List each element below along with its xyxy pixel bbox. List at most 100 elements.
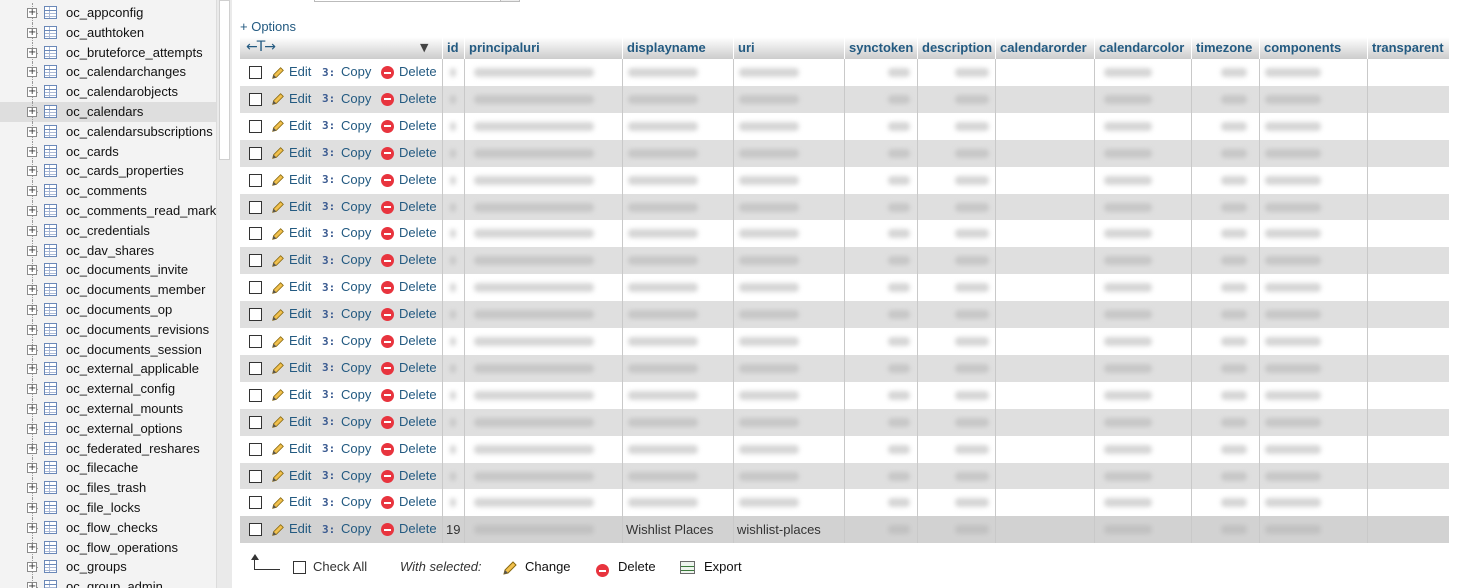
delete-label[interactable]: Delete <box>399 64 437 79</box>
table-icon[interactable] <box>44 580 57 588</box>
row-copy-link[interactable]: 3: Copy <box>322 220 371 247</box>
expand-plus-icon[interactable]: + <box>27 463 37 474</box>
nav-table-item[interactable]: + oc_calendarchanges <box>0 62 216 83</box>
column-header-timezone[interactable]: timezone <box>1191 37 1259 59</box>
row-checkbox[interactable] <box>249 361 262 375</box>
expand-plus-icon[interactable]: + <box>27 344 37 355</box>
copy-label[interactable]: Copy <box>341 521 371 536</box>
nav-table-item[interactable]: + oc_federated_reshares <box>0 438 216 459</box>
nav-table-item[interactable]: + oc_documents_invite <box>0 260 216 281</box>
copy-label[interactable]: Copy <box>341 414 371 429</box>
row-delete-link[interactable]: Delete <box>381 436 437 463</box>
table-icon[interactable] <box>44 283 57 297</box>
nav-table-label[interactable]: oc_calendarsubscriptions <box>66 122 213 142</box>
nav-table-label[interactable]: oc_calendarchanges <box>66 62 186 82</box>
nav-table-label[interactable]: oc_flow_operations <box>66 538 178 558</box>
delete-label[interactable]: Delete <box>399 468 437 483</box>
row-delete-link[interactable]: Delete <box>381 489 437 516</box>
nav-table-label[interactable]: oc_external_mounts <box>66 399 183 419</box>
row-edit-link[interactable]: Edit <box>271 355 311 382</box>
row-copy-link[interactable]: 3: Copy <box>322 301 371 328</box>
edit-label[interactable]: Edit <box>289 333 311 348</box>
expand-plus-icon[interactable]: + <box>27 403 37 414</box>
expand-plus-icon[interactable]: + <box>27 87 37 98</box>
delete-label[interactable]: Delete <box>399 199 437 214</box>
nav-table-label[interactable]: oc_cards_properties <box>66 161 184 181</box>
nav-table-item[interactable]: + oc_dav_shares <box>0 240 216 261</box>
table-icon[interactable] <box>44 184 57 198</box>
edit-label[interactable]: Edit <box>289 225 311 240</box>
row-copy-link[interactable]: 3: Copy <box>322 274 371 301</box>
nav-table-label[interactable]: oc_documents_member <box>66 280 205 300</box>
table-icon[interactable] <box>44 25 57 39</box>
row-delete-link[interactable]: Delete <box>381 301 437 328</box>
edit-label[interactable]: Edit <box>289 64 311 79</box>
row-delete-link[interactable]: Delete <box>381 59 437 86</box>
table-icon[interactable] <box>44 302 57 316</box>
row-delete-link[interactable]: Delete <box>381 220 437 247</box>
nav-table-item[interactable]: + oc_cards_properties <box>0 161 216 182</box>
row-checkbox[interactable] <box>249 66 262 79</box>
nav-table-item[interactable]: + oc_external_mounts <box>0 398 216 419</box>
table-icon[interactable] <box>44 243 57 257</box>
nav-table-label[interactable]: oc_external_options <box>66 419 182 439</box>
nav-table-item[interactable]: + oc_cards <box>0 141 216 162</box>
row-copy-link[interactable]: 3: Copy <box>322 140 371 167</box>
table-icon[interactable] <box>44 441 57 455</box>
filter-rows-input[interactable] <box>314 0 520 2</box>
nav-table-item[interactable]: + oc_groups <box>0 557 216 578</box>
row-checkbox[interactable] <box>249 308 262 322</box>
nav-table-label[interactable]: oc_federated_reshares <box>66 439 200 459</box>
nav-table-label[interactable]: oc_documents_op <box>66 300 172 320</box>
row-delete-link[interactable]: Delete <box>381 86 437 113</box>
table-icon[interactable] <box>44 65 57 79</box>
nav-table-item[interactable]: + oc_credentials <box>0 220 216 241</box>
row-copy-link[interactable]: 3: Copy <box>322 516 371 543</box>
row-edit-link[interactable]: Edit <box>271 59 311 86</box>
row-copy-link[interactable]: 3: Copy <box>322 355 371 382</box>
delete-label[interactable]: Delete <box>399 279 437 294</box>
delete-label[interactable]: Delete <box>399 521 437 536</box>
expand-plus-icon[interactable]: + <box>27 205 37 216</box>
nav-table-item[interactable]: + oc_external_applicable <box>0 359 216 380</box>
copy-label[interactable]: Copy <box>341 279 371 294</box>
copy-label[interactable]: Copy <box>341 441 371 456</box>
table-icon[interactable] <box>44 421 57 435</box>
nav-table-item[interactable]: + oc_authtoken <box>0 22 216 43</box>
expand-plus-icon[interactable]: + <box>27 146 37 157</box>
nav-table-label[interactable]: oc_filecache <box>66 458 138 478</box>
nav-table-item[interactable]: + oc_documents_member <box>0 280 216 300</box>
column-header-components[interactable]: components <box>1259 37 1367 59</box>
column-resize-arrows-icon[interactable]: ←T→ <box>246 39 276 55</box>
row-edit-link[interactable]: Edit <box>271 436 311 463</box>
row-checkbox[interactable] <box>249 335 262 348</box>
nav-table-item[interactable]: + oc_calendars <box>0 101 216 122</box>
copy-label[interactable]: Copy <box>341 306 371 321</box>
delete-label[interactable]: Delete <box>399 494 437 509</box>
nav-scrollbar-thumb[interactable] <box>219 0 230 160</box>
delete-label[interactable]: Delete <box>399 91 437 106</box>
column-header-calendarcolor[interactable]: calendarcolor <box>1094 37 1191 59</box>
row-checkbox[interactable] <box>249 200 262 214</box>
copy-label[interactable]: Copy <box>341 360 371 375</box>
copy-label[interactable]: Copy <box>341 199 371 214</box>
nav-table-item[interactable]: + oc_flow_operations <box>0 537 216 558</box>
expand-plus-icon[interactable]: + <box>27 126 37 137</box>
row-delete-link[interactable]: Delete <box>381 382 437 409</box>
nav-table-label[interactable]: oc_bruteforce_attempts <box>66 43 203 63</box>
row-copy-link[interactable]: 3: Copy <box>322 86 371 113</box>
row-copy-link[interactable]: 3: Copy <box>322 59 371 86</box>
options-link[interactable]: + Options <box>240 19 296 34</box>
row-copy-link[interactable]: 3: Copy <box>322 409 371 436</box>
nav-table-label[interactable]: oc_documents_session <box>66 340 202 360</box>
expand-plus-icon[interactable]: + <box>27 47 37 58</box>
nav-table-item[interactable]: + oc_file_locks <box>0 497 216 518</box>
copy-label[interactable]: Copy <box>341 468 371 483</box>
edit-label[interactable]: Edit <box>289 387 311 402</box>
nav-table-label[interactable]: oc_cards <box>66 142 119 162</box>
row-edit-link[interactable]: Edit <box>271 301 311 328</box>
column-header-uri[interactable]: uri <box>733 37 844 59</box>
table-icon[interactable] <box>44 461 57 475</box>
row-edit-link[interactable]: Edit <box>271 328 311 355</box>
expand-plus-icon[interactable]: + <box>27 582 37 588</box>
